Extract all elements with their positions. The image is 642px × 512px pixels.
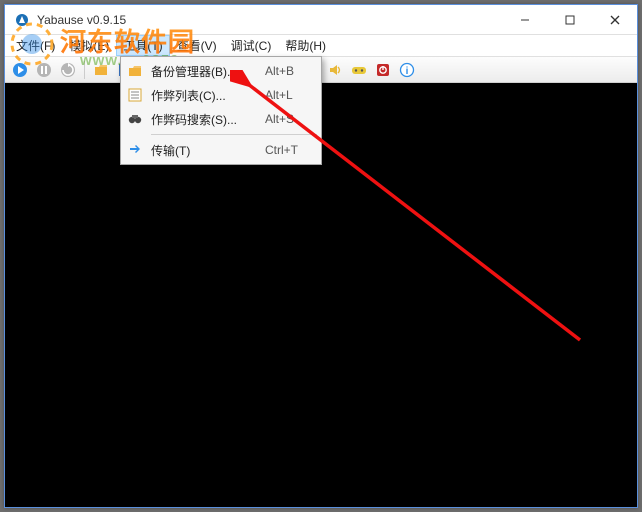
play-button[interactable] bbox=[9, 59, 31, 81]
menu-tools[interactable]: 工具(T) bbox=[116, 35, 169, 56]
menu-backup-manager[interactable]: 备份管理器(B)... Alt+B bbox=[123, 59, 319, 83]
open-button[interactable] bbox=[90, 59, 112, 81]
menu-item-shortcut: Alt+B bbox=[265, 64, 319, 78]
about-button[interactable]: i bbox=[396, 59, 418, 81]
menu-item-label: 作弊列表(C)... bbox=[147, 87, 265, 104]
binoculars-icon bbox=[123, 111, 147, 127]
menu-separator bbox=[151, 134, 317, 135]
title-bar: Yabause v0.9.15 bbox=[5, 5, 637, 35]
menu-item-shortcut: Alt+S bbox=[265, 112, 319, 126]
menu-item-shortcut: Ctrl+T bbox=[265, 143, 319, 157]
menu-bar: 文件(F) 模拟(E) 工具(T) 查看(V) 调试(C) 帮助(H) bbox=[5, 35, 637, 57]
folder-icon bbox=[123, 63, 147, 79]
menu-view[interactable]: 查看(V) bbox=[170, 35, 224, 56]
menu-item-label: 备份管理器(B)... bbox=[147, 63, 265, 80]
list-icon bbox=[123, 87, 147, 103]
menu-debug[interactable]: 调试(C) bbox=[224, 35, 279, 56]
menu-cheat-list[interactable]: 作弊列表(C)... Alt+L bbox=[123, 83, 319, 107]
menu-item-label: 作弊码搜索(S)... bbox=[147, 111, 265, 128]
menu-transfer[interactable]: 传输(T) Ctrl+T bbox=[123, 138, 319, 162]
menu-cheat-search[interactable]: 作弊码搜索(S)... Alt+S bbox=[123, 107, 319, 131]
menu-emulate[interactable]: 模拟(E) bbox=[62, 35, 116, 56]
close-button[interactable] bbox=[592, 5, 637, 34]
window-title: Yabause v0.9.15 bbox=[37, 13, 502, 27]
menu-item-label: 传输(T) bbox=[147, 142, 265, 159]
maximize-button[interactable] bbox=[547, 5, 592, 34]
tools-dropdown: 备份管理器(B)... Alt+B 作弊列表(C)... Alt+L 作弊码搜索… bbox=[120, 56, 322, 165]
svg-text:i: i bbox=[406, 66, 409, 77]
pause-button[interactable] bbox=[33, 59, 55, 81]
transfer-icon bbox=[123, 142, 147, 158]
menu-help[interactable]: 帮助(H) bbox=[278, 35, 333, 56]
reset-button[interactable] bbox=[57, 59, 79, 81]
sound-button[interactable] bbox=[324, 59, 346, 81]
power-button[interactable] bbox=[372, 59, 394, 81]
app-icon bbox=[13, 11, 31, 29]
menu-file[interactable]: 文件(F) bbox=[9, 35, 62, 56]
minimize-button[interactable] bbox=[502, 5, 547, 34]
menu-item-shortcut: Alt+L bbox=[265, 88, 319, 102]
toolbar-sep bbox=[84, 61, 85, 79]
input-button[interactable] bbox=[348, 59, 370, 81]
